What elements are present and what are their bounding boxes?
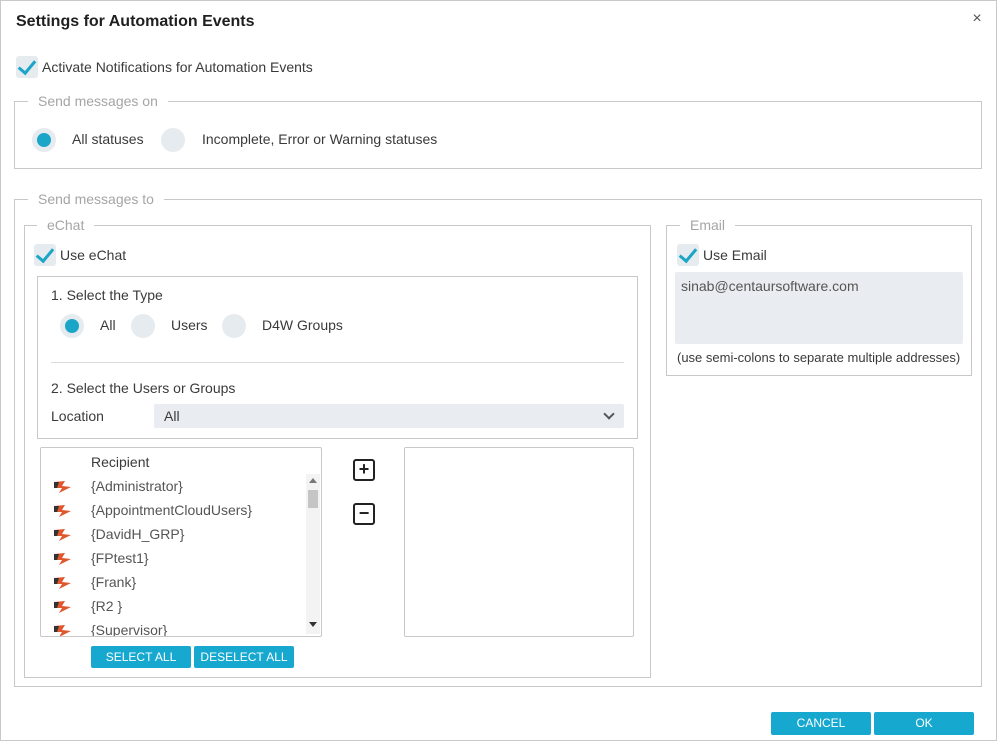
use-echat-checkbox[interactable] [34,244,56,266]
use-email-label: Use Email [703,247,767,263]
location-select[interactable]: All [154,404,624,428]
recipient-name: {AppointmentCloudUsers} [91,502,253,518]
remove-recipient-button[interactable]: − [353,503,375,525]
ok-button[interactable]: OK [874,712,974,735]
radio-incomplete-error-warning-label: Incomplete, Error or Warning statuses [202,131,438,147]
send-messages-to-legend: Send messages to [28,191,164,207]
user-group-icon [53,600,73,614]
close-icon[interactable]: × [969,11,985,27]
list-item[interactable]: {Supervisor} [41,619,301,637]
location-label: Location [51,408,104,424]
user-group-icon [53,480,73,494]
radio-type-users[interactable] [131,314,155,338]
cancel-button[interactable]: CANCEL [771,712,871,735]
scroll-up-icon[interactable] [309,478,317,483]
radio-type-d4w-groups[interactable] [222,314,246,338]
scroll-down-icon[interactable] [309,622,317,627]
selected-recipients-list[interactable] [404,447,634,637]
location-select-value: All [164,408,180,424]
user-group-icon [53,528,73,542]
chevron-down-icon [603,408,615,420]
recipient-name: {Frank} [91,574,137,590]
list-item[interactable]: {Frank} [41,571,301,595]
user-group-icon [53,576,73,590]
use-echat-label: Use eChat [60,247,127,263]
divider [51,362,624,363]
email-addresses-field[interactable]: sinab@centaursoftware.com [675,272,963,344]
recipient-scrollbar[interactable] [306,474,320,634]
activate-notifications-label: Activate Notifications for Automation Ev… [42,59,313,75]
email-hint: (use semi-colons to separate multiple ad… [677,350,961,365]
list-item[interactable]: {AppointmentCloudUsers} [41,499,301,523]
dialog-title: Settings for Automation Events [16,13,255,30]
radio-incomplete-error-warning[interactable] [161,128,185,152]
recipient-name: {R2 } [91,598,123,614]
radio-type-all[interactable] [60,314,84,338]
recipient-name: {Supervisor} [91,622,168,637]
user-group-icon [53,624,73,636]
recipient-name: {DavidH_GRP} [91,526,185,542]
radio-type-all-label: All [100,317,116,333]
recipient-column-header: Recipient [91,454,150,470]
send-messages-on-legend: Send messages on [28,93,168,109]
deselect-all-button[interactable]: DESELECT ALL [194,646,294,668]
use-email-checkbox[interactable] [677,244,699,266]
recipient-name: {FPtest1} [91,550,149,566]
radio-all-statuses[interactable] [32,128,56,152]
select-users-groups-label: 2. Select the Users or Groups [51,380,236,396]
radio-all-statuses-label: All statuses [72,131,144,147]
list-item[interactable]: {Administrator} [41,475,301,499]
send-messages-on-group [14,101,982,169]
recipient-name: {Administrator} [91,478,183,494]
radio-type-users-label: Users [171,317,208,333]
activate-notifications-checkbox[interactable] [16,56,38,78]
email-legend: Email [680,217,736,233]
user-group-icon [53,552,73,566]
list-item[interactable]: {R2 } [41,595,301,619]
scroll-thumb[interactable] [308,490,318,508]
select-all-button[interactable]: SELECT ALL [91,646,191,668]
list-item[interactable]: {FPtest1} [41,547,301,571]
settings-dialog: Settings for Automation Events × Activat… [0,0,997,741]
radio-type-d4w-groups-label: D4W Groups [262,317,343,333]
echat-legend: eChat [37,217,95,233]
add-recipient-button[interactable]: + [353,459,375,481]
list-item[interactable]: {DavidH_GRP} [41,523,301,547]
recipient-list[interactable]: Recipient {Administrator} {AppointmentClo… [40,447,322,637]
select-type-label: 1. Select the Type [51,287,163,303]
user-group-icon [53,504,73,518]
